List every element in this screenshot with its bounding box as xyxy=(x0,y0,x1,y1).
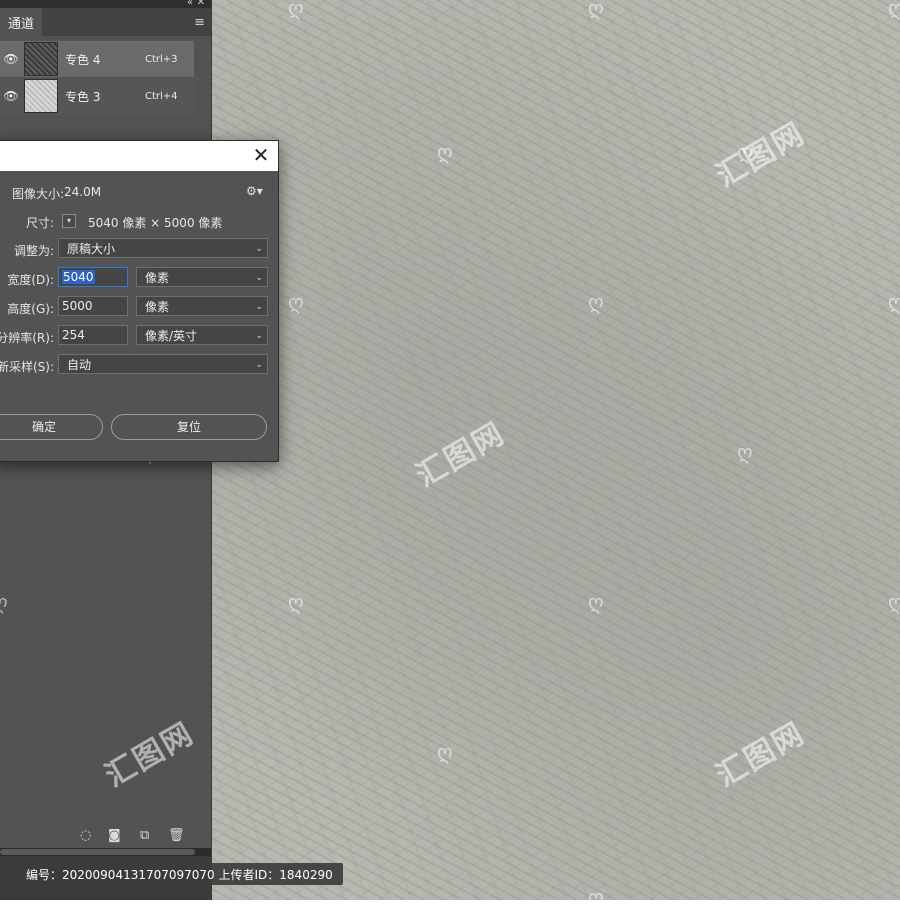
width-value: 5040 xyxy=(62,270,95,284)
resolution-field[interactable]: 254 xyxy=(58,325,128,345)
watermark-logo-icon: ღ xyxy=(288,0,304,20)
reset-button[interactable]: 复位 xyxy=(111,414,267,440)
watermark-logo-icon: ღ xyxy=(588,590,604,614)
channel-thumbnail xyxy=(24,79,58,113)
fit-to-label: 调整为: xyxy=(13,244,54,258)
height-unit: 像素 xyxy=(145,300,170,314)
watermark-logo-icon: ღ xyxy=(0,590,8,614)
panel-footer-toolbar: ◌ ◙ ⧉ 🗑 xyxy=(0,824,211,848)
fit-to-value: 原稿大小 xyxy=(67,242,116,256)
height-field[interactable]: 5000 xyxy=(58,296,128,316)
eye-icon[interactable]: 👁 xyxy=(0,52,22,66)
channel-name: 专色 4 xyxy=(65,52,101,67)
watermark-text: 汇图网 xyxy=(710,715,812,795)
chevron-down-icon: ⌄ xyxy=(255,302,263,312)
chevron-down-icon: ⌄ xyxy=(255,273,263,283)
chevron-down-icon: ⌄ xyxy=(255,331,263,341)
watermark-logo-icon: ღ xyxy=(588,290,604,314)
dotted-circle-icon[interactable]: ◌ xyxy=(80,828,91,843)
height-value: 5000 xyxy=(62,299,93,313)
channel-row-spot4[interactable]: 👁 专色 4 Ctrl+3 xyxy=(0,41,194,77)
watermark-logo-icon: ღ xyxy=(288,290,304,314)
watermark-text: 汇图网 xyxy=(710,115,812,195)
chevron-down-icon: ⌄ xyxy=(255,360,263,370)
trash-icon[interactable]: 🗑 xyxy=(168,828,185,843)
document-canvas[interactable]: ღ ღ ღ ღ ღ 汇图网 ღ ღ ღ 汇图网 ღ ღ ღ ღ ღ 汇图网 ღ xyxy=(211,0,900,909)
image-size-dialog: ✕ 图像大小: 24.0M ⚙▾ 尺寸: ▾ 5040 像素 × 5000 像素… xyxy=(0,140,279,462)
watermark-logo-icon: ღ xyxy=(737,140,753,164)
resolution-unit-select[interactable]: 像素/英寸 ⌄ xyxy=(136,325,268,345)
width-label: 宽度(D): xyxy=(7,273,54,287)
image-size-value: 24.0M xyxy=(64,185,102,199)
close-icon[interactable]: ✕ xyxy=(197,0,205,8)
resample-label: 重新采样(S): xyxy=(0,360,54,374)
horizontal-scrollbar[interactable] xyxy=(0,848,211,856)
width-unit-select[interactable]: 像素 ⌄ xyxy=(136,267,268,287)
height-unit-select[interactable]: 像素 ⌄ xyxy=(136,296,268,316)
watermark-logo-icon: ღ xyxy=(888,590,900,614)
dialog-title-bar: ✕ xyxy=(0,141,278,171)
width-field[interactable]: 5040 xyxy=(58,267,128,287)
channel-name: 专色 3 xyxy=(65,89,101,104)
resolution-value: 254 xyxy=(62,328,85,342)
watermark-logo-icon: ღ xyxy=(888,0,900,20)
mask-icon[interactable]: ◙ xyxy=(108,828,121,843)
eye-icon[interactable]: 👁 xyxy=(0,89,22,103)
chevron-down-icon: ⌄ xyxy=(255,244,263,254)
channel-shortcut: Ctrl+4 xyxy=(145,90,178,102)
chevron-down-icon[interactable]: ▾ xyxy=(62,214,76,228)
ok-button[interactable]: 确定 xyxy=(0,414,103,440)
panel-title-bar: « ✕ xyxy=(0,0,211,8)
dimensions-value: 5040 像素 × 5000 像素 xyxy=(88,216,223,230)
resolution-unit: 像素/英寸 xyxy=(145,329,198,343)
channel-shortcut: Ctrl+3 xyxy=(145,53,178,65)
watermark-logo-icon: ღ xyxy=(288,590,304,614)
width-unit: 像素 xyxy=(145,271,170,285)
close-icon[interactable]: ✕ xyxy=(250,143,272,167)
watermark-logo-icon: ღ xyxy=(737,440,753,464)
watermark-logo-icon: ღ xyxy=(888,290,900,314)
height-label: 高度(G): xyxy=(7,302,54,316)
watermark-text: 汇图网 xyxy=(410,415,512,495)
watermark-logo-icon: ღ xyxy=(588,0,604,20)
double-chevron-left-icon[interactable]: « xyxy=(187,0,193,8)
watermark-logo-icon: ღ xyxy=(588,885,604,909)
resample-value: 自动 xyxy=(67,358,92,372)
new-channel-icon[interactable]: ⧉ xyxy=(140,828,149,843)
watermark-logo-icon: ღ xyxy=(437,140,453,164)
resolution-label: 分辨率(R): xyxy=(0,331,54,345)
image-size-label: 图像大小: xyxy=(11,187,64,201)
tab-channels[interactable]: 通道 xyxy=(0,8,42,36)
panel-tab-bar: 通道 ≡ xyxy=(0,8,211,36)
channel-thumbnail xyxy=(24,42,58,76)
scrollbar-thumb[interactable] xyxy=(0,849,195,855)
gear-icon[interactable]: ⚙▾ xyxy=(246,184,263,198)
resample-select[interactable]: 自动 ⌄ xyxy=(58,354,268,374)
dimensions-label: 尺寸: xyxy=(25,216,54,230)
fit-to-select[interactable]: 原稿大小 ⌄ xyxy=(58,238,268,258)
watermark-text: 汇图网 xyxy=(99,715,201,795)
panel-menu-icon[interactable]: ≡ xyxy=(194,15,205,30)
watermark-logo-icon: ღ xyxy=(437,740,453,764)
info-bar: 编号：20200904131707097070 上传者ID：1840290 xyxy=(16,863,343,885)
channel-row-spot3[interactable]: 👁 专色 3 Ctrl+4 xyxy=(0,78,194,114)
